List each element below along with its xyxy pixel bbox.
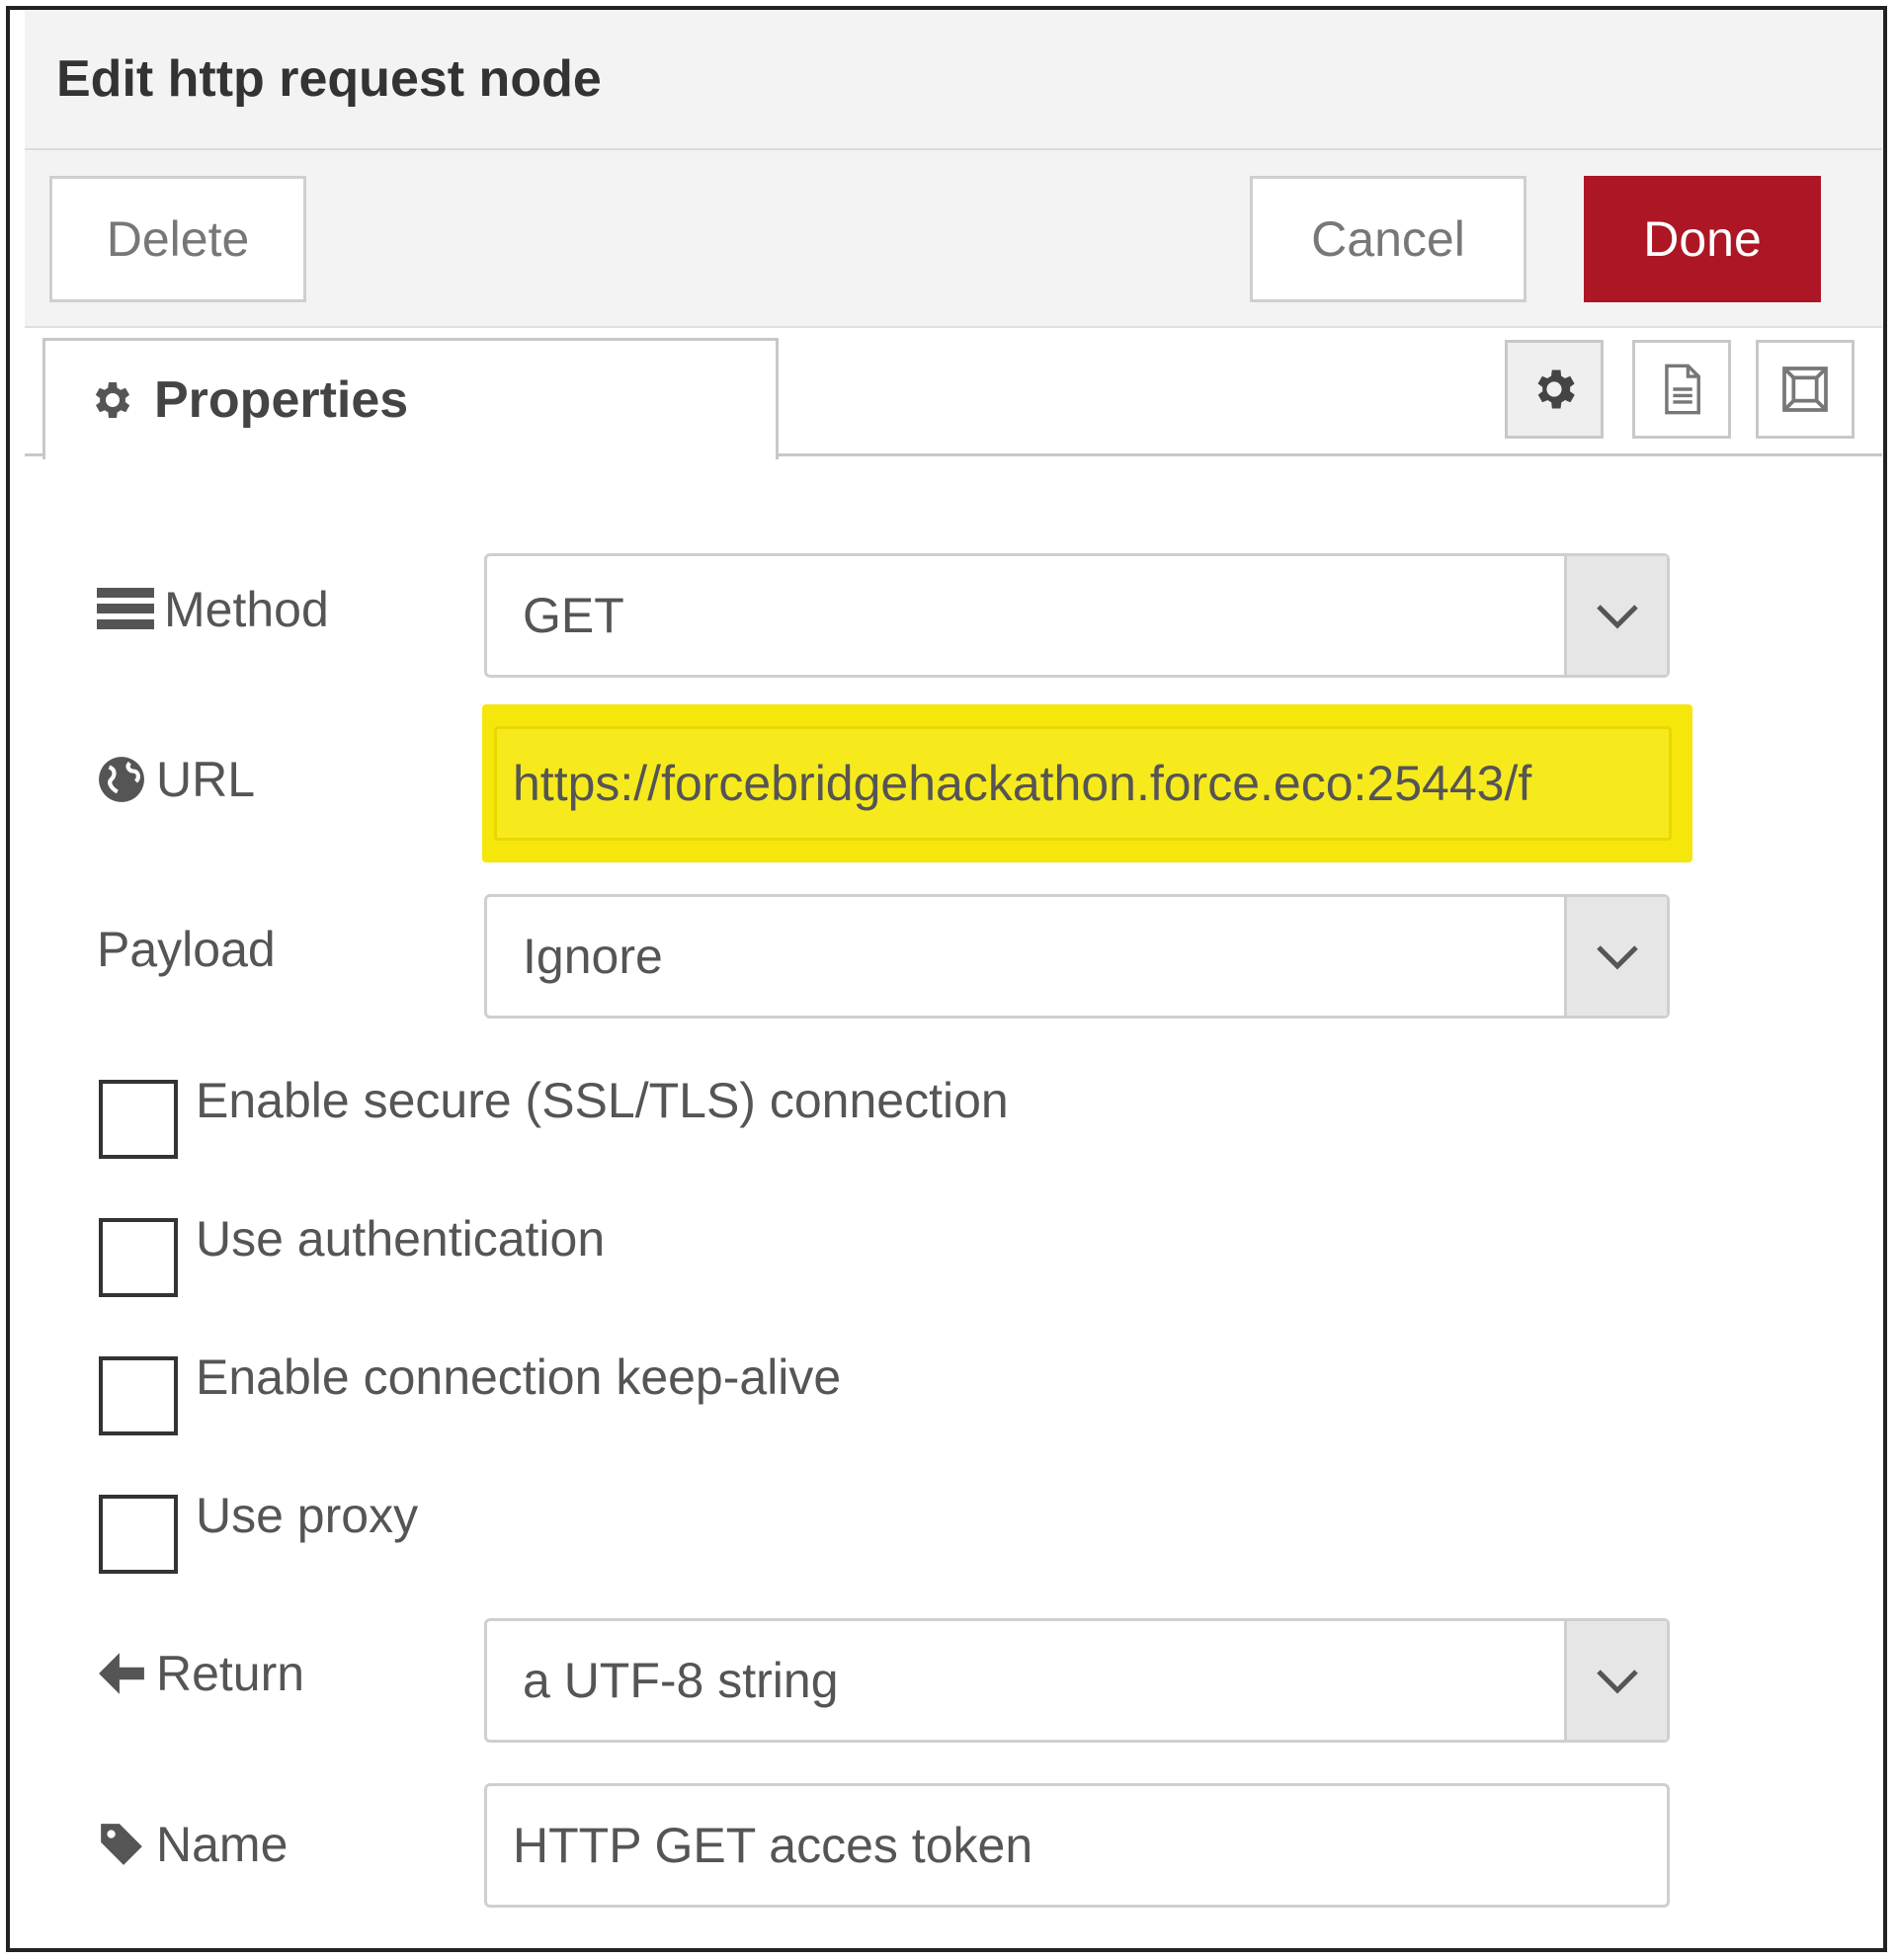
chevron-down-icon: [1596, 945, 1638, 970]
method-value: GET: [523, 588, 624, 643]
tab-strip: Properties: [25, 328, 1882, 459]
dialog-toolbar: Delete Cancel Done: [25, 150, 1882, 328]
delete-button[interactable]: Delete: [49, 176, 306, 302]
arrow-left-icon: [99, 1653, 144, 1694]
proxy-checkbox-label: Use proxy: [196, 1488, 419, 1543]
tab-properties[interactable]: Properties: [42, 338, 779, 459]
keepalive-checkbox-label: Enable connection keep-alive: [196, 1349, 842, 1405]
chevron-down-icon: [1596, 1670, 1638, 1694]
url-label: URL: [97, 751, 255, 808]
list-icon: [97, 588, 154, 629]
method-label: Method: [97, 581, 329, 638]
chevron-down-icon: [1596, 605, 1638, 629]
done-button[interactable]: Done: [1584, 176, 1821, 302]
return-label: Return: [97, 1645, 304, 1702]
return-select[interactable]: a UTF-8 string: [484, 1618, 1670, 1743]
name-value: HTTP GET acces token: [513, 1818, 1033, 1873]
tab-properties-label: Properties: [154, 371, 409, 429]
keepalive-checkbox[interactable]: [99, 1356, 178, 1435]
return-caret[interactable]: [1564, 1621, 1667, 1740]
gear-icon: [95, 382, 130, 418]
dialog-titlebar: Edit http request node: [25, 10, 1882, 150]
name-label: Name: [97, 1816, 288, 1873]
url-label-text: URL: [156, 752, 256, 807]
description-tab-button[interactable]: [1632, 340, 1731, 439]
document-icon: [1665, 364, 1700, 415]
method-label-text: Method: [164, 582, 329, 637]
gear-icon: [1537, 369, 1575, 409]
payload-label-text: Payload: [97, 922, 276, 977]
frame-icon: [1782, 367, 1828, 412]
payload-label: Payload: [97, 921, 276, 978]
appearance-tab-button[interactable]: [1756, 340, 1855, 439]
ssl-checkbox[interactable]: [99, 1080, 178, 1159]
proxy-checkbox[interactable]: [99, 1495, 178, 1574]
auth-checkbox-label: Use authentication: [196, 1211, 606, 1266]
return-label-text: Return: [156, 1646, 305, 1701]
url-input[interactable]: https://forcebridgehackathon.force.eco:2…: [494, 726, 1672, 841]
settings-tab-button[interactable]: [1505, 340, 1604, 439]
return-value: a UTF-8 string: [523, 1653, 839, 1708]
method-caret[interactable]: [1564, 556, 1667, 675]
globe-icon: [99, 757, 144, 802]
auth-checkbox[interactable]: [99, 1218, 178, 1297]
name-label-text: Name: [156, 1817, 289, 1872]
url-value: https://forcebridgehackathon.force.eco:2…: [513, 756, 1532, 811]
payload-value: Ignore: [523, 929, 663, 984]
ssl-checkbox-label: Enable secure (SSL/TLS) connection: [196, 1073, 1009, 1128]
payload-caret[interactable]: [1564, 897, 1667, 1016]
tag-icon: [101, 1824, 142, 1865]
payload-select[interactable]: Ignore: [484, 894, 1670, 1019]
cancel-button[interactable]: Cancel: [1250, 176, 1526, 302]
method-select[interactable]: GET: [484, 553, 1670, 678]
name-input[interactable]: HTTP GET acces token: [484, 1783, 1670, 1908]
dialog-title: Edit http request node: [56, 50, 602, 108]
